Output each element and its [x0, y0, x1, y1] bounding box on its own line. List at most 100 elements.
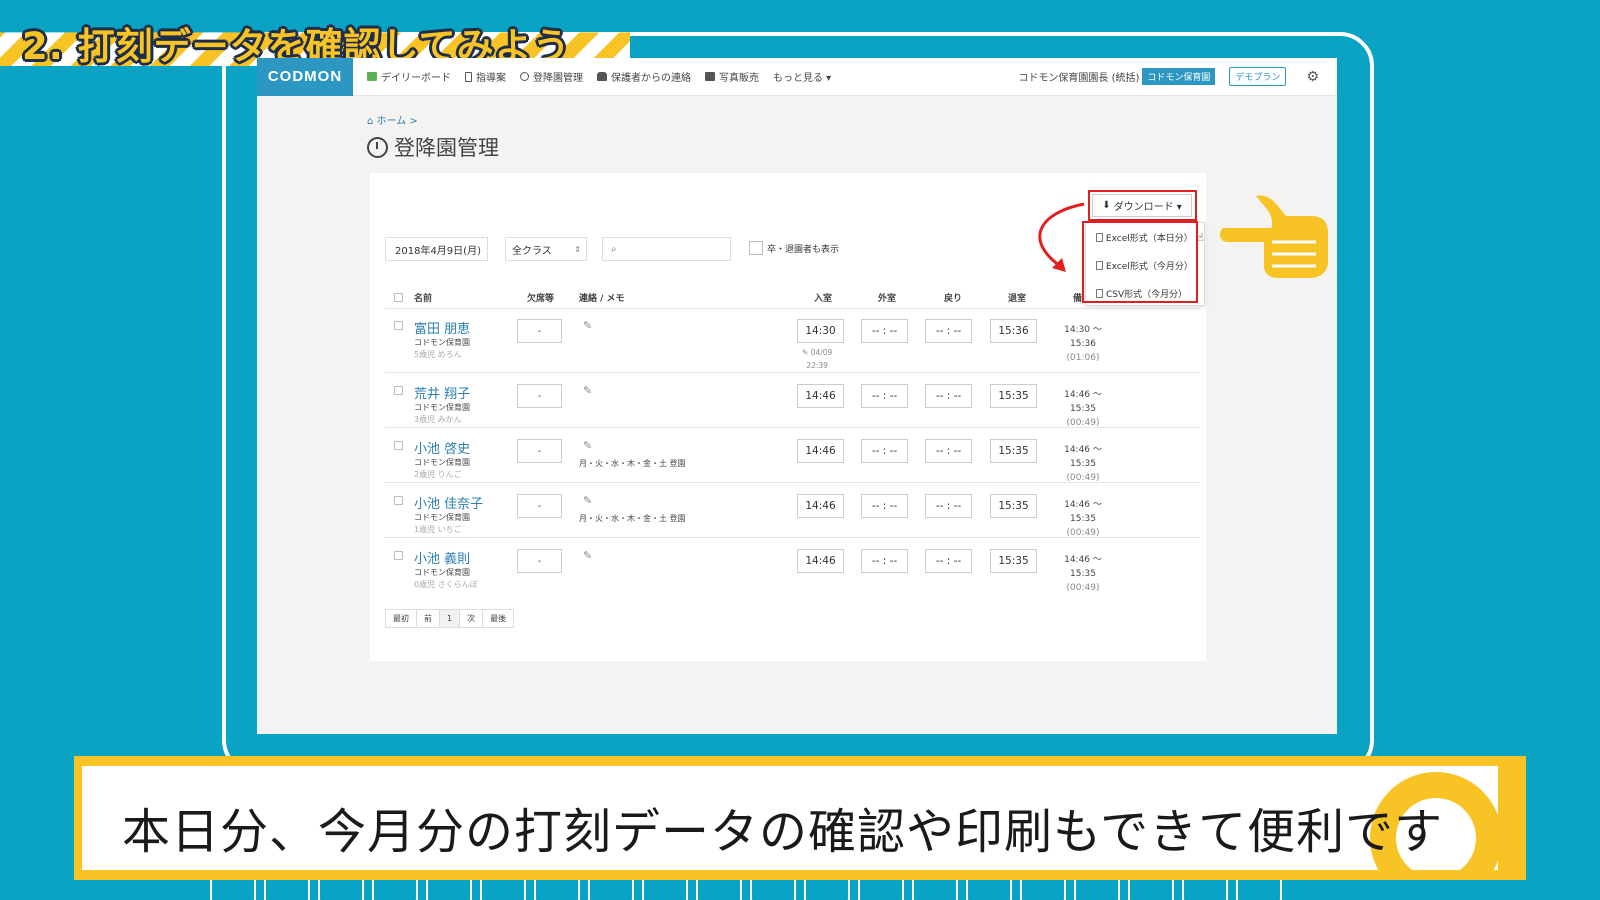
pointing-hand-icon	[1220, 195, 1328, 278]
child-name[interactable]: 小池 義則	[414, 548, 470, 567]
pagination-page-1[interactable]: 1	[440, 610, 461, 627]
nav-more-menu[interactable]: もっと見る ▾	[773, 69, 831, 84]
child-class: 1歳児 いちご	[414, 525, 462, 534]
col-header-note: 備	[1073, 294, 1083, 304]
time-back[interactable]: -- : --	[925, 549, 972, 573]
col-header-name[interactable]: 名前	[414, 291, 432, 304]
time-back[interactable]: -- : --	[925, 439, 972, 463]
time-back[interactable]: -- : --	[925, 319, 972, 343]
absence-select[interactable]: -	[517, 494, 562, 518]
child-name[interactable]: 富田 朋恵	[414, 318, 470, 337]
pencil-icon[interactable]: ✎	[583, 384, 592, 397]
time-leave[interactable]: 15:35	[990, 384, 1037, 408]
breadcrumb-home[interactable]: ホーム >	[377, 116, 418, 127]
user-name[interactable]: コドモン保育園園長 (統括)	[1018, 69, 1139, 84]
edit-date: 04/09	[810, 348, 833, 357]
edit-note: ✎ 04/09 22:39	[802, 346, 832, 372]
child-name[interactable]: 小池 啓史	[414, 438, 470, 457]
stay-duration: 14:46 〜 15:35 (00:49)	[1063, 443, 1103, 485]
time-in[interactable]: 14:46	[797, 549, 844, 573]
time-leave[interactable]: 15:35	[990, 494, 1037, 518]
time-out[interactable]: -- : --	[861, 439, 908, 463]
nav-lesson-plan[interactable]: 指導案	[465, 69, 506, 84]
search-input[interactable]: ⌕	[602, 237, 731, 261]
row-checkbox[interactable]	[394, 321, 403, 330]
nav-daily-board[interactable]: デイリーボード	[367, 69, 451, 84]
nav-attendance[interactable]: 登降園管理	[520, 69, 583, 84]
app-logo[interactable]: CODMON	[257, 58, 353, 96]
time-in[interactable]: 14:46	[797, 384, 844, 408]
pencil-icon[interactable]: ✎	[583, 319, 592, 332]
absence-select[interactable]: -	[517, 319, 562, 343]
select-all-checkbox[interactable]	[394, 293, 403, 302]
time-out[interactable]: -- : --	[861, 384, 908, 408]
nav-parent-messages[interactable]: 保護者からの連絡	[597, 69, 691, 84]
pencil-icon[interactable]: ✎	[583, 494, 592, 507]
pagination-first[interactable]: 最初	[386, 610, 417, 627]
home-icon: ⌂	[367, 116, 374, 127]
row-checkbox[interactable]	[394, 386, 403, 395]
show-graduates-toggle[interactable]: 卒・退園者も表示	[749, 241, 839, 255]
show-graduates-checkbox[interactable]	[749, 241, 763, 255]
select-arrows-icon: ⇕	[574, 244, 581, 254]
camera-icon	[705, 72, 715, 81]
pagination-prev[interactable]: 前	[417, 610, 440, 627]
duration-to: 15:35	[1070, 404, 1096, 414]
class-select[interactable]: 全クラス ⇕	[505, 237, 587, 261]
time-out[interactable]: -- : --	[861, 549, 908, 573]
dropdown-highlight	[1082, 221, 1198, 303]
pagination-last[interactable]: 最後	[483, 610, 513, 627]
duration-from: 14:46 〜	[1064, 390, 1102, 400]
absence-select[interactable]: -	[517, 439, 562, 463]
time-out[interactable]: -- : --	[861, 319, 908, 343]
download-button-highlight	[1088, 190, 1197, 221]
nav-photo-sales[interactable]: 写真販売	[705, 69, 759, 84]
subtitle-panel: 本日分、今月分の打刻データの確認や印刷もできて便利です	[82, 766, 1498, 870]
pointer-cursor-icon: ☝	[1197, 230, 1204, 244]
pencil-icon: ✎	[802, 348, 809, 357]
child-org: コドモン保育園	[414, 513, 470, 522]
pagination: 最初 前 1 次 最後	[385, 609, 515, 628]
red-arrow-icon	[1038, 202, 1085, 272]
time-in[interactable]: 14:46	[797, 439, 844, 463]
row-checkbox[interactable]	[394, 551, 403, 560]
time-out[interactable]: -- : --	[861, 494, 908, 518]
board-icon	[367, 72, 377, 81]
pencil-icon[interactable]: ✎	[583, 439, 592, 452]
time-in[interactable]: 14:30	[797, 319, 844, 343]
gear-icon[interactable]: ⚙	[1306, 69, 1319, 85]
pagination-next[interactable]: 次	[460, 610, 484, 627]
absence-select[interactable]: -	[517, 384, 562, 408]
pencil-icon[interactable]: ✎	[583, 549, 592, 562]
time-leave[interactable]: 15:35	[990, 549, 1037, 573]
child-org: コドモン保育園	[414, 403, 470, 412]
stay-duration: 14:30 〜 15:36 (01:06)	[1063, 323, 1103, 365]
breadcrumb[interactable]: ⌂ ホーム >	[367, 112, 418, 127]
duration-total: (01:06)	[1066, 353, 1100, 363]
duration-to: 15:35	[1070, 514, 1096, 524]
demo-plan-button[interactable]: デモプラン	[1229, 67, 1287, 86]
duration-from: 14:46 〜	[1064, 445, 1102, 455]
show-graduates-label: 卒・退園者も表示	[767, 244, 840, 255]
duration-to: 15:36	[1070, 339, 1096, 349]
nav-parent-messages-label: 保護者からの連絡	[611, 73, 691, 84]
duration-total: (00:49)	[1066, 583, 1100, 593]
col-header-out: 外室	[878, 294, 897, 304]
child-class: 2歳児 りんご	[414, 470, 462, 479]
date-picker[interactable]: 2018年4月9日(月)	[385, 237, 488, 261]
absence-select[interactable]: -	[517, 549, 562, 573]
row-checkbox[interactable]	[394, 441, 403, 450]
time-back[interactable]: -- : --	[925, 384, 972, 408]
stopwatch-icon	[520, 72, 529, 81]
nav-photo-sales-label: 写真販売	[719, 73, 759, 84]
child-name[interactable]: 荒井 翔子	[414, 383, 470, 402]
time-in[interactable]: 14:46	[797, 494, 844, 518]
child-name[interactable]: 小池 佳奈子	[414, 493, 483, 512]
nav-more-label: もっと見る ▾	[773, 73, 832, 84]
time-back[interactable]: -- : --	[925, 494, 972, 518]
nav-daily-board-label: デイリーボード	[381, 73, 451, 84]
time-leave[interactable]: 15:35	[990, 439, 1037, 463]
col-header-memo: 連絡 / メモ	[579, 294, 625, 304]
row-checkbox[interactable]	[394, 496, 403, 505]
time-leave[interactable]: 15:36	[990, 319, 1037, 343]
